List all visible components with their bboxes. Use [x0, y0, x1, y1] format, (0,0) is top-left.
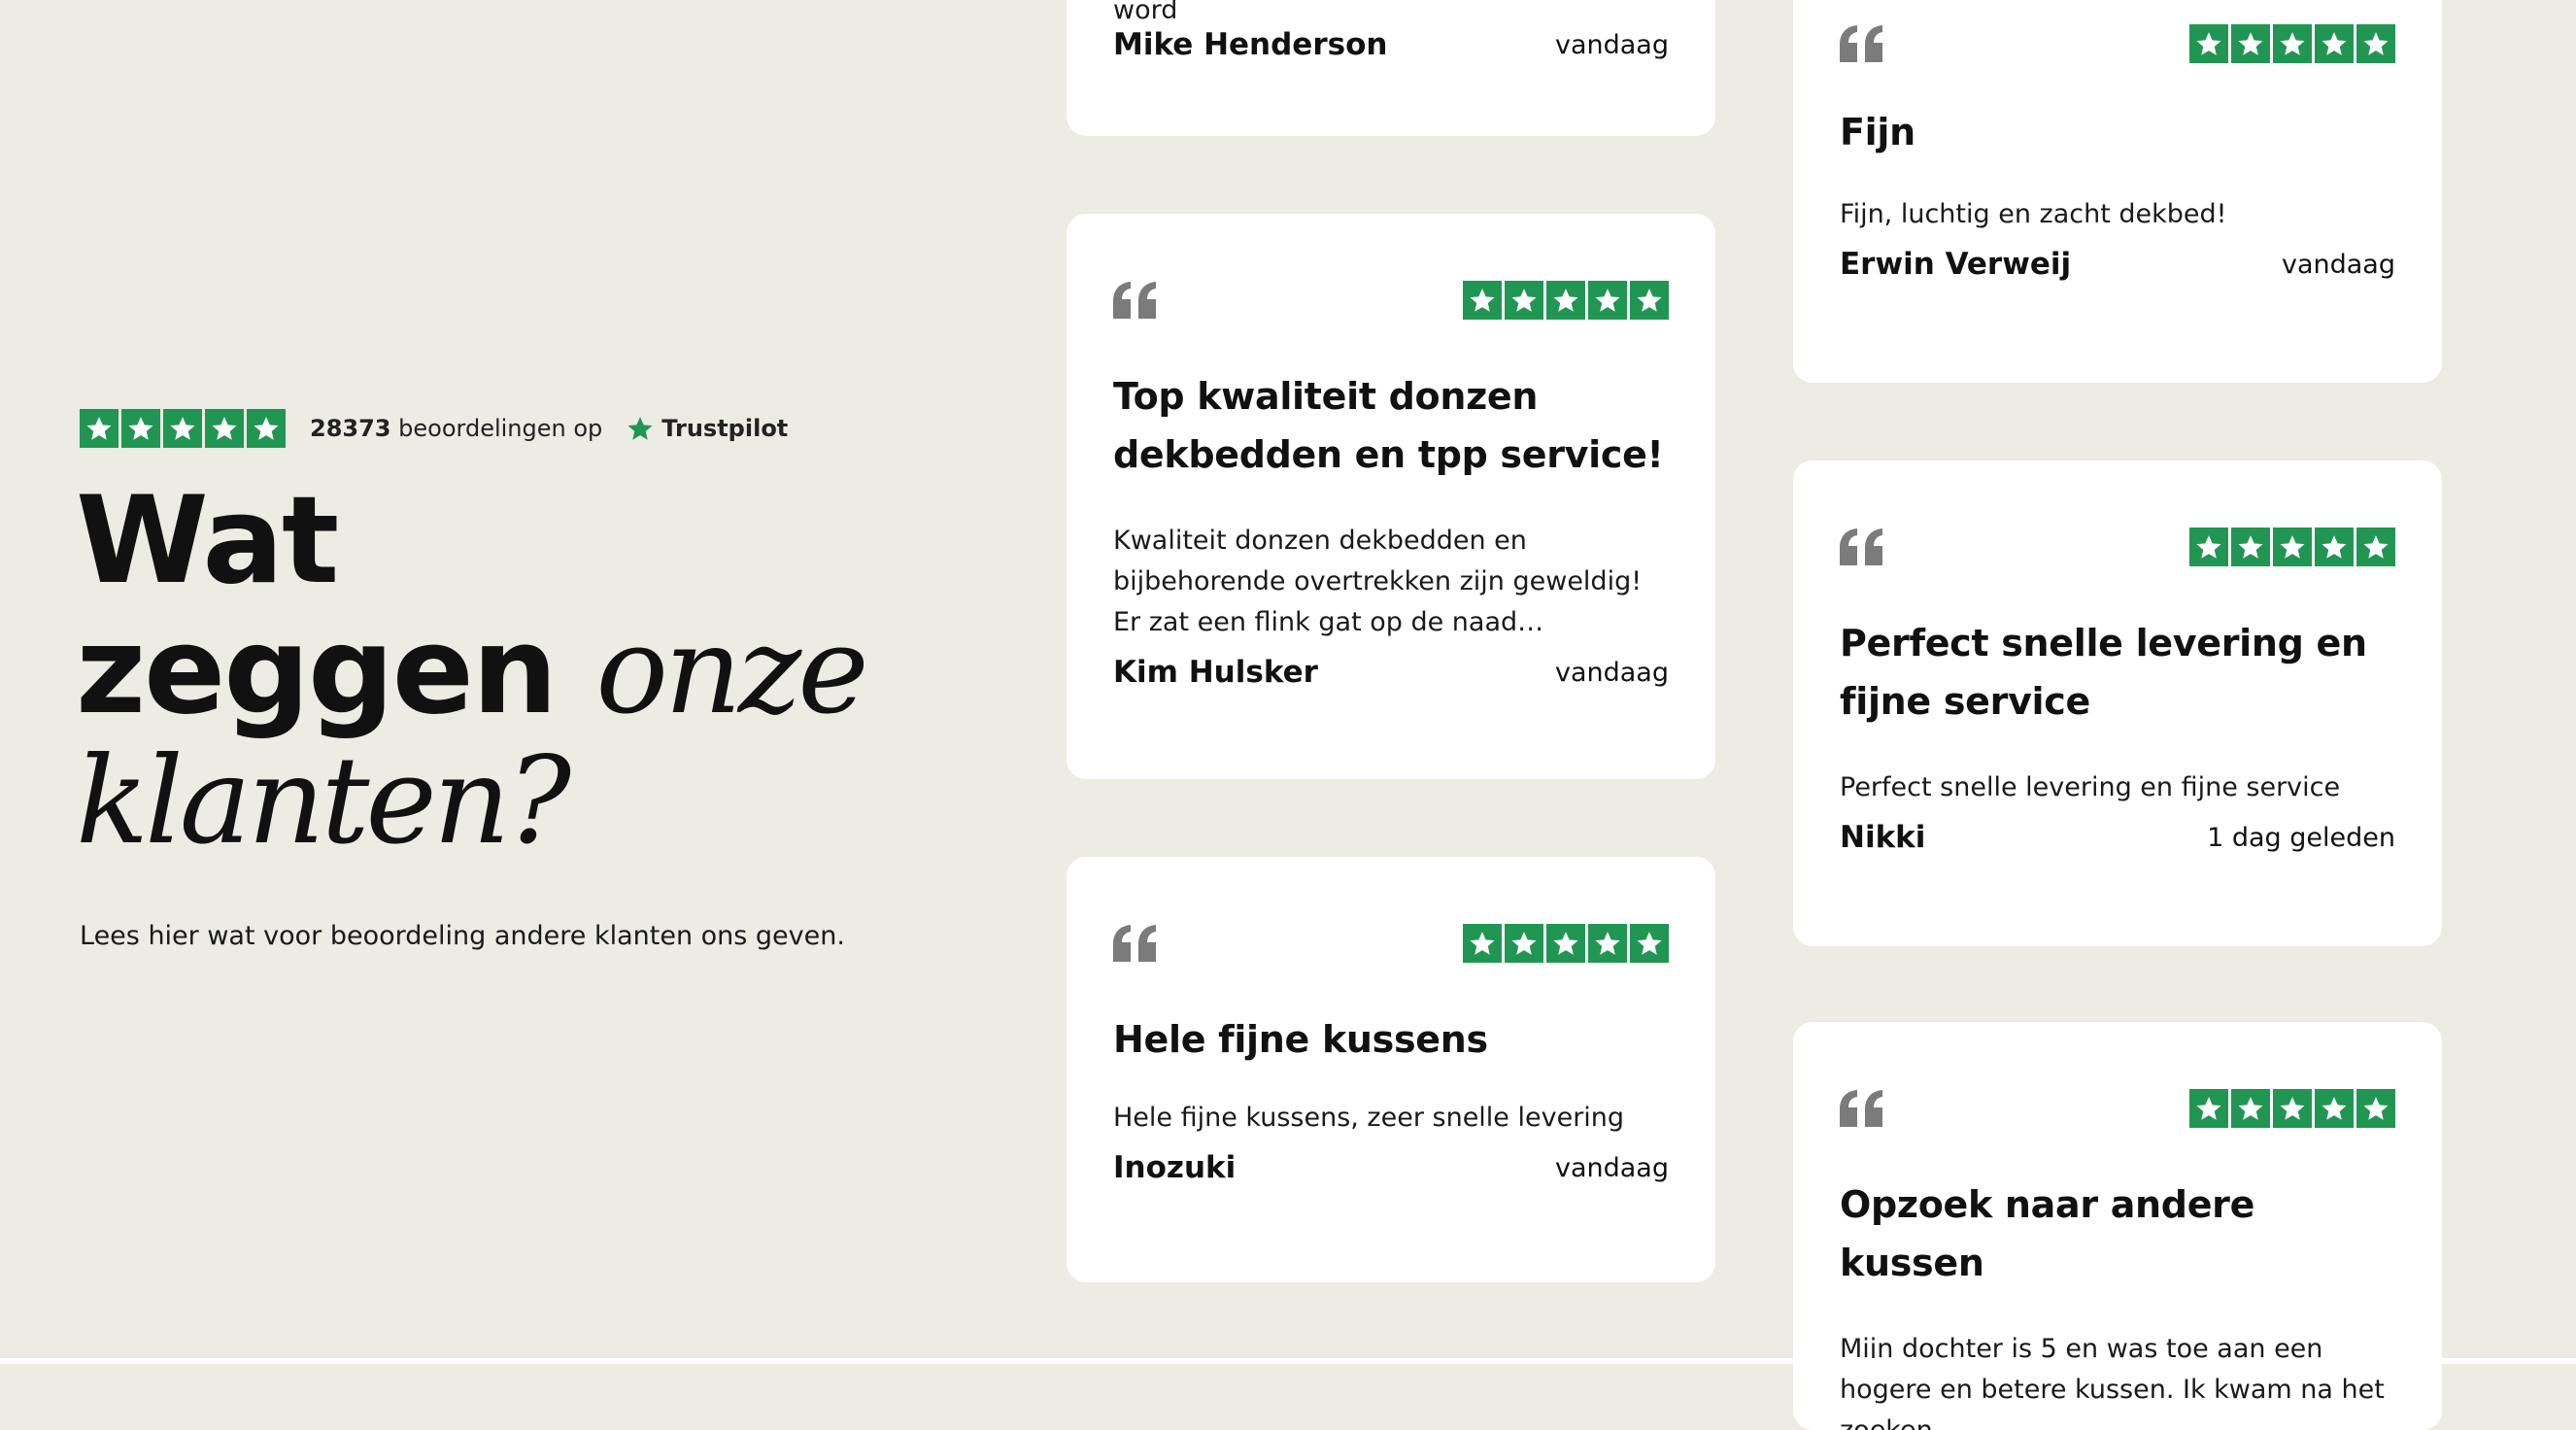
- star-icon: [1505, 281, 1543, 320]
- review-stars: [1463, 281, 1669, 320]
- trustpilot-star-icon: [627, 417, 653, 440]
- star-icon: [1588, 281, 1627, 320]
- review-card[interactable]: Fijn Fijn, luchtig en zacht dekbed! Erwi…: [1793, 0, 2442, 383]
- star-icon: [2273, 1089, 2312, 1128]
- review-stars: [2189, 24, 2395, 63]
- review-card-header: [1113, 923, 1669, 964]
- review-card[interactable]: word Mike Henderson vandaag: [1067, 0, 1715, 136]
- star-icon: [2356, 528, 2395, 566]
- trustpilot-logo[interactable]: Trustpilot: [626, 414, 788, 443]
- review-card-header: [1840, 23, 2395, 64]
- review-date: 1 dag geleden: [2207, 822, 2395, 853]
- trustpilot-label: Trustpilot: [661, 415, 789, 442]
- review-title: Perfect snelle levering en fijne service: [1840, 622, 2367, 723]
- review-card-header: [1840, 527, 2395, 567]
- review-card[interactable]: Top kwaliteit donzen dekbedden en tpp se…: [1067, 214, 1715, 779]
- review-author: Inozuki: [1113, 1150, 1237, 1185]
- review-body: Perfect snelle levering en fijne service: [1840, 772, 2341, 802]
- star-icon: [1546, 924, 1585, 963]
- review-card-header: [1113, 280, 1669, 321]
- review-card[interactable]: Hele fijne kussens Hele fijne kussens, z…: [1067, 857, 1715, 1282]
- star-icon: [1546, 281, 1585, 320]
- review-meta: Kim Hulsker vandaag: [1113, 655, 1669, 690]
- page-title: Wat zeggen onze klanten?: [76, 476, 954, 867]
- review-date: vandaag: [1554, 657, 1669, 688]
- review-body: Mijn dochter is 5 en was toe aan een hog…: [1840, 1334, 2385, 1430]
- star-icon: [205, 409, 244, 448]
- reviews-intro: 28373 beoordelingen op Trustpilot Wat ze…: [76, 408, 954, 977]
- quote-icon: [1840, 25, 1882, 62]
- star-icon: [2231, 1089, 2270, 1128]
- review-title: Hele fijne kussens: [1113, 1018, 1488, 1061]
- review-body: Fijn, luchtig en zacht dekbed!: [1840, 199, 2227, 229]
- star-icon: [2273, 24, 2312, 63]
- review-title: Fijn: [1840, 111, 1915, 153]
- review-body: Kwaliteit donzen dekbedden en bijbehoren…: [1113, 526, 1643, 637]
- headline-line-2: zeggen: [76, 601, 558, 741]
- star-icon: [2315, 1089, 2354, 1128]
- headline-line-3-italic: klanten?: [76, 732, 571, 871]
- review-body: Hele fijne kussens, zeer snelle levering: [1113, 1103, 1625, 1133]
- review-author: Kim Hulsker: [1113, 655, 1318, 690]
- star-icon: [2189, 24, 2228, 63]
- star-icon: [163, 409, 202, 448]
- star-icon: [2189, 528, 2228, 566]
- star-icon: [1588, 924, 1627, 963]
- quote-icon: [1113, 282, 1156, 319]
- star-icon: [2189, 1089, 2228, 1128]
- star-icon: [2273, 528, 2312, 566]
- trustpilot-summary[interactable]: 28373 beoordelingen op Trustpilot: [80, 408, 954, 449]
- intro-subtitle: Lees hier wat voor beoordeling andere kl…: [80, 921, 845, 951]
- rating-label: beoordelingen op: [398, 415, 603, 442]
- star-icon: [2356, 24, 2395, 63]
- review-title: Opzoek naar andere kussen: [1840, 1183, 2255, 1284]
- page-bottom-edge: [0, 1358, 2576, 1364]
- star-icon: [1630, 281, 1669, 320]
- star-icon: [247, 409, 286, 448]
- star-icon: [2315, 528, 2354, 566]
- quote-icon: [1840, 528, 1882, 565]
- headline-line-2-italic: onze: [595, 601, 868, 741]
- star-icon: [121, 409, 160, 448]
- star-icon: [1630, 924, 1669, 963]
- quote-icon: [1840, 1090, 1882, 1127]
- rating-count-text: 28373 beoordelingen op: [310, 415, 602, 442]
- review-meta: Inozuki vandaag: [1113, 1150, 1669, 1185]
- rating-count: 28373: [310, 415, 391, 442]
- review-stars: [2189, 1089, 2395, 1128]
- star-icon: [1505, 924, 1543, 963]
- review-meta: Nikki 1 dag geleden: [1840, 820, 2395, 855]
- star-icon: [1463, 924, 1502, 963]
- review-stars: [1463, 924, 1669, 963]
- review-title: Top kwaliteit donzen dekbedden en tpp se…: [1113, 375, 1664, 476]
- star-icon: [80, 409, 119, 448]
- star-icon: [2231, 528, 2270, 566]
- review-author: Mike Henderson: [1113, 27, 1388, 62]
- review-meta: Mike Henderson vandaag: [1113, 27, 1669, 62]
- review-meta: Erwin Verweij vandaag: [1840, 247, 2395, 282]
- star-icon: [2356, 1089, 2395, 1128]
- star-icon: [1463, 281, 1502, 320]
- review-date: vandaag: [2281, 249, 2395, 280]
- headline-line-1: Wat: [76, 471, 339, 611]
- review-author: Nikki: [1840, 820, 1926, 855]
- review-card[interactable]: Perfect snelle levering en fijne service…: [1793, 460, 2442, 946]
- review-author: Erwin Verweij: [1840, 247, 2072, 282]
- review-card-header: [1840, 1088, 2395, 1129]
- review-date: vandaag: [1554, 1152, 1669, 1183]
- star-icon: [2231, 24, 2270, 63]
- rating-stars: [80, 409, 286, 448]
- review-stars: [2189, 528, 2395, 566]
- quote-icon: [1113, 925, 1156, 962]
- star-icon: [2315, 24, 2354, 63]
- review-card[interactable]: Opzoek naar andere kussen Mijn dochter i…: [1793, 1022, 2442, 1430]
- review-date: vandaag: [1554, 29, 1669, 60]
